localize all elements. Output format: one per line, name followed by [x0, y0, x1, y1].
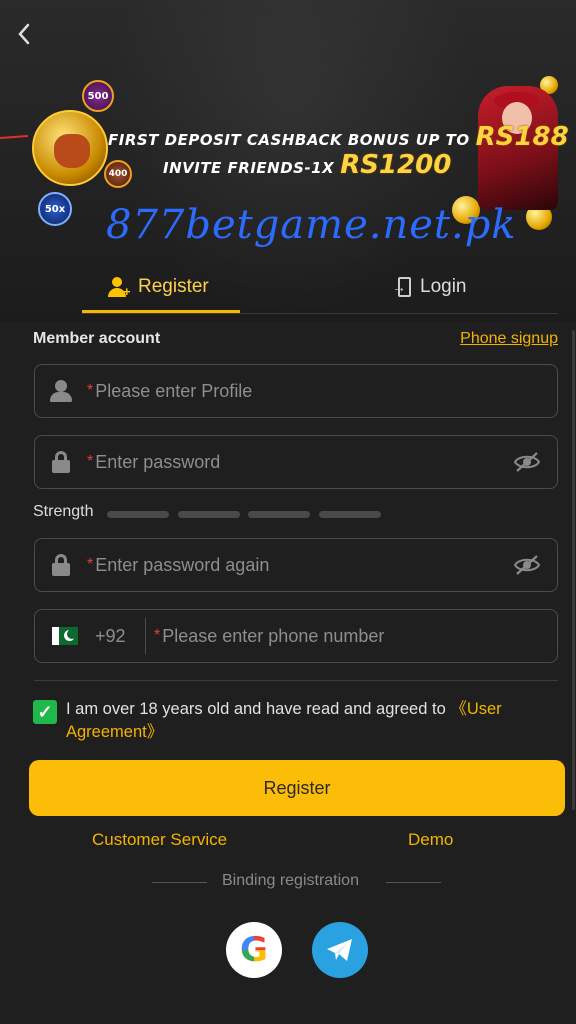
- strength-label: Strength: [33, 503, 94, 520]
- country-code: +92: [95, 625, 126, 646]
- password-field[interactable]: * Enter password: [34, 435, 558, 489]
- confirm-password-input[interactable]: Enter password again: [95, 555, 269, 576]
- eye-off-icon[interactable]: [513, 450, 541, 474]
- strength-bar-segment: [178, 511, 240, 518]
- lock-icon: [52, 554, 70, 576]
- chevron-left-icon: [18, 23, 30, 45]
- required-mark: *: [87, 556, 94, 573]
- profile-input[interactable]: Please enter Profile: [95, 381, 252, 402]
- phone-signup-link[interactable]: Phone signup: [460, 330, 558, 348]
- strength-bar-segment: [319, 511, 381, 518]
- agreement-row: ✓ I am over 18 years old and have read a…: [33, 698, 533, 744]
- mascot-icon: [32, 110, 108, 186]
- field-icon-wrap: [35, 380, 87, 402]
- promo-line-amount: RS188: [475, 122, 569, 152]
- tab-register[interactable]: + Register: [108, 262, 209, 312]
- tabs-divider: [82, 313, 558, 314]
- multiplier-chip-icon: 50x: [38, 192, 72, 226]
- promo-line-amount: RS1200: [340, 150, 452, 180]
- field-divider: [34, 680, 558, 681]
- person-icon: [50, 380, 72, 402]
- decorative-mark: [0, 135, 29, 139]
- auth-tabs: + Register → Login: [82, 262, 558, 314]
- multiplier-chip-icon: 500: [82, 80, 114, 112]
- telegram-icon: [327, 939, 352, 961]
- lock-icon: [52, 451, 70, 473]
- tab-login[interactable]: → Login: [392, 262, 467, 312]
- phone-field[interactable]: +92 * Please enter phone number: [34, 609, 558, 663]
- tab-login-label: Login: [420, 276, 467, 297]
- user-add-icon: +: [108, 277, 131, 298]
- strength-bar-segment: [248, 511, 310, 518]
- promo-line-invite: INVITE FRIENDS-1X RS1200: [163, 150, 508, 180]
- promo-line-label: FIRST DEPOSIT CASHBACK BONUS UP TO: [108, 131, 470, 149]
- agreement-text: I am over 18 years old and have read and…: [66, 698, 533, 744]
- divider-line: [152, 882, 207, 883]
- promo-line-deposit: FIRST DEPOSIT CASHBACK BONUS UP TO RS188: [108, 122, 569, 152]
- mascot-face: [54, 134, 90, 168]
- google-signin-button[interactable]: G: [226, 922, 282, 978]
- password-input[interactable]: Enter password: [95, 452, 220, 473]
- divider-line: [386, 882, 441, 883]
- confirm-password-field[interactable]: * Enter password again: [34, 538, 558, 592]
- telegram-signin-button[interactable]: [312, 922, 368, 978]
- scrollbar[interactable]: [572, 330, 575, 810]
- required-mark: *: [87, 382, 94, 399]
- eye-off-icon[interactable]: [513, 553, 541, 577]
- required-mark: *: [87, 453, 94, 470]
- member-account-label: Member account: [33, 330, 161, 347]
- phone-input[interactable]: Please enter phone number: [162, 626, 384, 647]
- tab-register-label: Register: [138, 276, 209, 297]
- country-selector[interactable]: [35, 627, 95, 645]
- profile-field[interactable]: * Please enter Profile: [34, 364, 558, 418]
- pakistan-flag-icon: [52, 627, 78, 645]
- google-icon: G: [240, 930, 268, 970]
- field-icon-wrap: [35, 554, 87, 576]
- promo-line-label: INVITE FRIENDS-1X: [163, 159, 335, 177]
- field-separator: [145, 618, 146, 654]
- agreement-label: I am over 18 years old and have read and…: [66, 700, 451, 718]
- login-icon: →: [392, 277, 412, 297]
- demo-link[interactable]: Demo: [408, 830, 453, 850]
- register-button[interactable]: Register: [29, 760, 565, 816]
- back-button[interactable]: [16, 22, 40, 50]
- customer-service-link[interactable]: Customer Service: [92, 830, 227, 850]
- promo-text: FIRST DEPOSIT CASHBACK BONUS UP TO RS188…: [108, 122, 569, 180]
- strength-bar-segment: [107, 511, 169, 518]
- agreement-checkbox[interactable]: ✓: [33, 700, 57, 724]
- binding-registration-label: Binding registration: [222, 872, 359, 889]
- required-mark: *: [154, 627, 161, 644]
- site-watermark: 877betgame.net.pk: [106, 202, 517, 248]
- field-icon-wrap: [35, 451, 87, 473]
- binding-registration-divider: Binding registration: [0, 872, 576, 892]
